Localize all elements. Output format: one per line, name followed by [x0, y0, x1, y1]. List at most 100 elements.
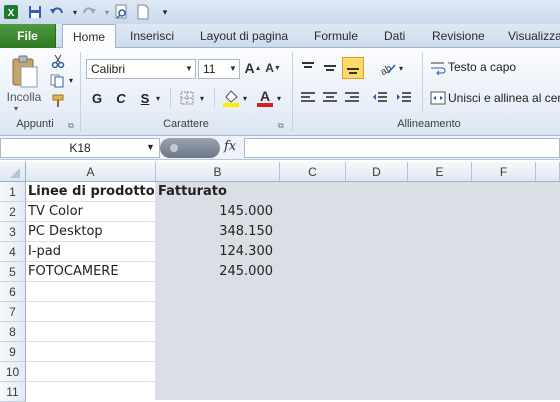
align-top-icon[interactable] — [298, 58, 318, 78]
increase-indent-icon[interactable] — [394, 88, 414, 108]
underline-dropdown-icon[interactable]: ▾ — [156, 94, 160, 103]
tab-page-layout[interactable]: Layout di pagina — [194, 24, 294, 48]
column-header-g[interactable] — [536, 162, 560, 182]
gridline — [471, 182, 472, 400]
tab-formulas[interactable]: Formule — [308, 24, 364, 48]
cell-b3[interactable]: 348.150 — [156, 222, 280, 242]
new-icon[interactable] — [134, 3, 152, 21]
paste-dropdown-icon[interactable]: ▾ — [14, 104, 18, 113]
format-painter-icon[interactable] — [48, 92, 68, 110]
chevron-down-icon[interactable]: ▼ — [227, 60, 239, 78]
formula-pill — [160, 138, 220, 158]
align-middle-icon[interactable] — [320, 58, 340, 78]
align-bottom-icon[interactable] — [342, 57, 364, 79]
print-preview-icon[interactable] — [112, 3, 130, 21]
copy-icon[interactable] — [48, 72, 68, 90]
tab-file[interactable]: File — [0, 24, 56, 48]
svg-text:A: A — [260, 88, 270, 104]
cut-icon[interactable] — [48, 52, 68, 70]
column-header-a[interactable]: A — [26, 162, 156, 182]
align-center-icon[interactable] — [320, 88, 340, 108]
font-group-label: Carattere — [163, 118, 209, 130]
ribbon-separator — [170, 88, 171, 108]
grow-font-icon[interactable]: A ▲ — [244, 58, 262, 78]
wrap-text-icon[interactable] — [430, 60, 446, 76]
formula-input[interactable] — [244, 138, 560, 158]
tab-home[interactable]: Home — [62, 24, 116, 49]
name-box-dropdown-icon[interactable]: ▼ — [146, 142, 155, 152]
insert-function-button[interactable]: fx — [224, 139, 236, 154]
italic-button[interactable]: C — [112, 88, 130, 108]
row-header-7[interactable]: 7 — [0, 302, 26, 322]
gridline — [345, 182, 346, 400]
spreadsheet-grid: A B C D E F 1 2 3 4 5 6 7 8 9 10 11 Line… — [0, 162, 560, 402]
row-header-4[interactable]: 4 — [0, 242, 26, 262]
ribbon: Incolla ▾ ▾ Appunti ⧉ Calibri ▼ 11 ▼ A ▲ … — [0, 48, 560, 136]
clipboard-launcher-icon[interactable]: ⧉ — [68, 121, 74, 131]
bold-button[interactable]: G — [88, 88, 106, 108]
underline-button[interactable]: S — [136, 88, 154, 108]
orientation-dropdown-icon[interactable]: ▾ — [399, 64, 403, 73]
svg-text:X: X — [8, 8, 15, 19]
font-color-icon[interactable]: A — [254, 86, 276, 110]
font-size-combo[interactable]: 11 ▼ — [198, 59, 240, 79]
cell-b4[interactable]: 124.300 — [156, 242, 280, 262]
paste-icon[interactable] — [4, 52, 44, 92]
column-header-c[interactable]: C — [280, 162, 346, 182]
wrap-text-button[interactable]: Testo a capo — [448, 60, 516, 74]
align-right-icon[interactable] — [342, 88, 362, 108]
tab-insert[interactable]: Inserisci — [124, 24, 180, 48]
shrink-font-icon[interactable]: A ▼ — [264, 58, 282, 78]
merge-center-icon[interactable] — [430, 90, 446, 106]
row-header-3[interactable]: 3 — [0, 222, 26, 242]
font-name-combo[interactable]: Calibri ▼ — [86, 59, 196, 79]
paste-button[interactable]: Incolla — [4, 90, 44, 106]
fill-color-icon[interactable] — [220, 86, 242, 110]
formula-bar: K18 ▼ fx — [0, 136, 560, 160]
cell-a4[interactable]: I-pad — [26, 242, 156, 262]
row-header-2[interactable]: 2 — [0, 202, 26, 222]
ribbon-separator — [422, 52, 423, 112]
column-header-f[interactable]: F — [472, 162, 536, 182]
row-header-10[interactable]: 10 — [0, 362, 26, 382]
row-header-6[interactable]: 6 — [0, 282, 26, 302]
cell-b5[interactable]: 245.000 — [156, 262, 280, 282]
gridline — [407, 182, 408, 400]
save-icon[interactable] — [26, 3, 44, 21]
customize-icon[interactable]: ▾ — [156, 3, 174, 21]
tab-data[interactable]: Dati — [378, 24, 411, 48]
cell-b2[interactable]: 145.000 — [156, 202, 280, 222]
select-all-corner[interactable] — [0, 162, 26, 182]
font-size-value: 11 — [203, 62, 216, 76]
decrease-indent-icon[interactable] — [370, 88, 390, 108]
row-header-9[interactable]: 9 — [0, 342, 26, 362]
tab-view[interactable]: Visualizza — [502, 24, 560, 48]
font-color-dropdown-icon[interactable]: ▾ — [277, 94, 281, 103]
row-header-5[interactable]: 5 — [0, 262, 26, 282]
borders-icon[interactable] — [176, 88, 198, 108]
orientation-icon[interactable]: ab — [376, 58, 398, 78]
column-header-b[interactable]: B — [156, 162, 280, 182]
font-launcher-icon[interactable]: ⧉ — [278, 121, 284, 131]
column-header-d[interactable]: D — [346, 162, 408, 182]
borders-dropdown-icon[interactable]: ▾ — [200, 94, 204, 103]
cell-a1[interactable]: Linee di prodotto — [26, 182, 156, 202]
cell-b1[interactable]: Fatturato — [156, 182, 280, 202]
align-left-icon[interactable] — [298, 88, 318, 108]
cell-a5[interactable]: FOTOCAMERE — [26, 262, 156, 282]
row-header-1[interactable]: 1 — [0, 182, 26, 202]
chevron-down-icon[interactable]: ▼ — [183, 60, 195, 78]
row-header-11[interactable]: 11 — [0, 382, 26, 402]
copy-dropdown-icon[interactable]: ▾ — [69, 76, 73, 85]
merge-center-button[interactable]: Unisci e allinea al centro — [448, 91, 560, 105]
name-box[interactable]: K18 — [0, 138, 160, 158]
column-header-e[interactable]: E — [408, 162, 472, 182]
cell-a3[interactable]: PC Desktop — [26, 222, 156, 242]
tab-review[interactable]: Revisione — [426, 24, 491, 48]
row-header-8[interactable]: 8 — [0, 322, 26, 342]
undo-icon[interactable] — [48, 3, 66, 21]
alignment-group-label: Allineamento — [397, 118, 461, 130]
redo-icon[interactable] — [80, 3, 98, 21]
cell-a2[interactable]: TV Color — [26, 202, 156, 222]
fill-color-dropdown-icon[interactable]: ▾ — [243, 94, 247, 103]
